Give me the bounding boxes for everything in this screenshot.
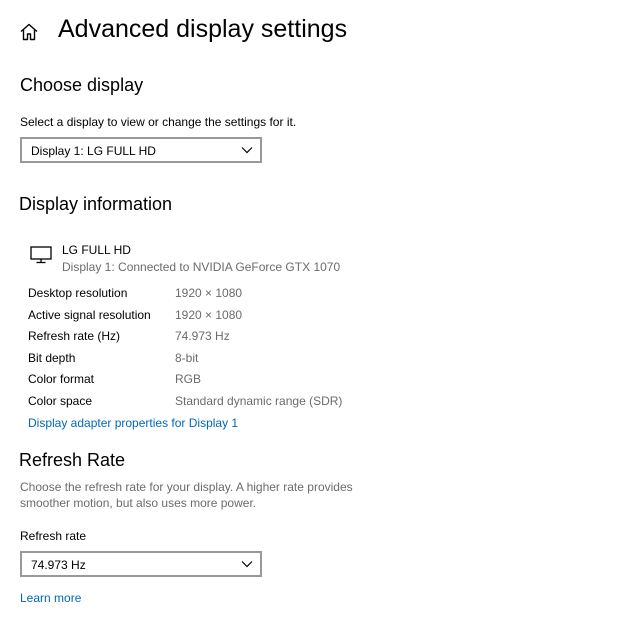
refresh-rate-description-line2: smoother motion, but also uses more powe… — [20, 496, 257, 510]
display-information-heading: Display information — [19, 194, 173, 214]
info-value-refresh-rate: 74.973 Hz — [175, 329, 230, 343]
info-value-desktop-resolution: 1920 × 1080 — [175, 286, 243, 300]
choose-display-prompt: Select a display to view or change the s… — [20, 115, 297, 129]
info-value-active-signal-resolution: 1920 × 1080 — [175, 308, 243, 322]
info-value-color-space: Standard dynamic range (SDR) — [175, 394, 343, 408]
monitor-icon — [30, 246, 52, 264]
monitor-subtitle: Display 1: Connected to NVIDIA GeForce G… — [62, 260, 341, 274]
display-select-value: Display 1: LG FULL HD — [31, 144, 156, 158]
refresh-rate-select-value: 74.973 Hz — [31, 558, 86, 572]
monitor-name: LG FULL HD — [62, 243, 131, 257]
choose-display-heading: Choose display — [20, 75, 144, 95]
info-label-color-format: Color format — [28, 372, 95, 386]
info-value-bit-depth: 8-bit — [175, 351, 199, 365]
learn-more-link[interactable]: Learn more — [20, 591, 81, 605]
display-adapter-properties-link[interactable]: Display adapter properties for Display 1 — [28, 416, 238, 430]
chevron-down-icon — [241, 147, 253, 154]
refresh-rate-description-line1: Choose the refresh rate for your display… — [20, 480, 353, 494]
refresh-rate-field-label: Refresh rate — [20, 529, 87, 543]
info-label-active-signal-resolution: Active signal resolution — [28, 308, 151, 322]
info-label-color-space: Color space — [28, 394, 93, 408]
info-label-desktop-resolution: Desktop resolution — [28, 286, 128, 300]
info-value-color-format: RGB — [175, 372, 202, 386]
display-select-dropdown[interactable]: Display 1: LG FULL HD — [20, 137, 262, 163]
info-label-bit-depth: Bit depth — [28, 351, 76, 365]
chevron-down-icon — [241, 561, 253, 568]
page-title: Advanced display settings — [58, 15, 348, 43]
refresh-rate-heading: Refresh Rate — [19, 450, 126, 470]
refresh-rate-dropdown[interactable]: 74.973 Hz — [20, 551, 262, 577]
info-label-refresh-rate: Refresh rate (Hz) — [28, 329, 121, 343]
home-icon[interactable] — [19, 22, 39, 42]
